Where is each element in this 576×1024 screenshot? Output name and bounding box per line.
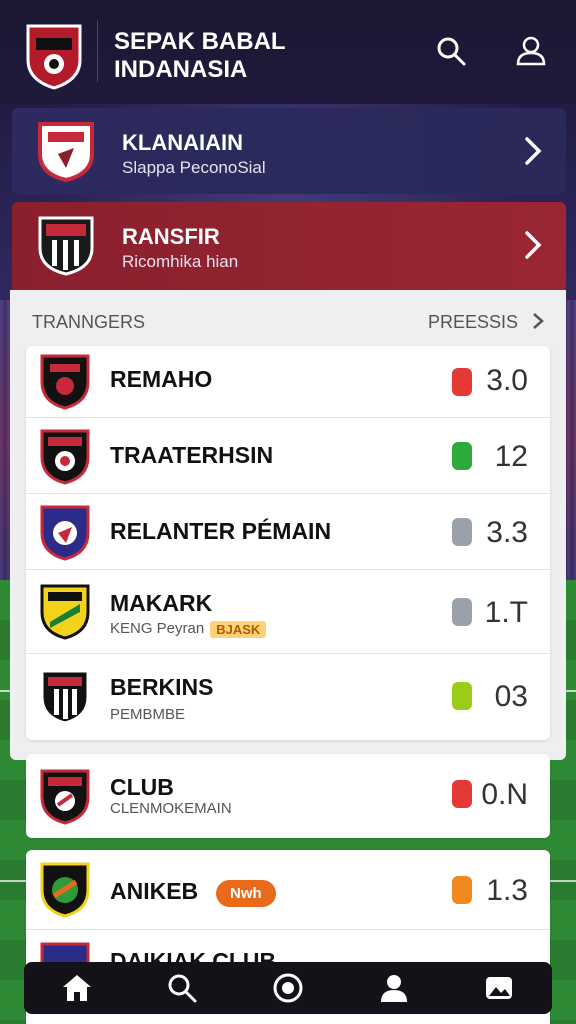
club-name: CLUB [110, 774, 174, 800]
table-row[interactable]: REMAHO 3.0 [26, 346, 550, 418]
stat-icon [452, 682, 472, 710]
app-header: SEPAK BABAL INDANASIA [0, 0, 576, 104]
club-name: TRAATERHSIN [110, 442, 274, 468]
club-score: 12 [494, 440, 528, 473]
club-subtitle: KENG Peyran BJASK [110, 620, 267, 638]
search-icon[interactable] [434, 34, 468, 68]
gallery-icon[interactable] [479, 968, 519, 1008]
search-icon[interactable] [162, 968, 202, 1008]
app-title: SEPAK BABAL INDANASIA [114, 28, 286, 83]
club-badge-icon [34, 214, 98, 276]
club-list-panel: TRANNGERS PREESSIS REMAHO 3.0 TRAATERHSI… [10, 290, 566, 760]
club-subtitle: PEMBMBE [110, 706, 186, 723]
banner-subtitle: Slappa PeconoSial [122, 158, 266, 177]
club-name: MAKARK [110, 590, 213, 616]
banner-title: RANSFIR [122, 224, 220, 249]
club-score: 1.3 [486, 874, 528, 907]
home-icon[interactable] [57, 968, 97, 1008]
club-badge-icon [38, 582, 92, 640]
stat-icon [452, 876, 472, 904]
list-header-left: TRANNGERS [32, 312, 146, 332]
user-icon[interactable] [514, 34, 548, 68]
club-badge-icon [38, 352, 92, 410]
club-badge-icon [38, 860, 92, 918]
banner-transfer[interactable]: RANSFIR Ricomhika hian [12, 202, 566, 292]
chevron-right-icon [522, 136, 544, 166]
header-divider [97, 20, 98, 82]
list-header: TRANNGERS PREESSIS [10, 290, 566, 346]
table-row[interactable]: TRAATERHSIN 12 [26, 418, 550, 494]
banner-title: KLANAIAIN [122, 130, 243, 155]
club-badge-icon [38, 503, 92, 561]
club-badge-icon [34, 120, 98, 183]
club-score: 3.0 [486, 364, 528, 397]
stat-icon [452, 442, 472, 470]
club-name: REMAHO [110, 366, 213, 392]
club-name: RELANTER PÉMAIN [110, 518, 332, 544]
club-tag-badge: BJASK [210, 620, 267, 638]
club-score: 1.T [484, 596, 528, 629]
club-subtitle: CLENMOKEMAIN [110, 800, 232, 817]
club-badge-icon [38, 427, 92, 485]
stat-icon [452, 518, 472, 546]
stat-icon [452, 598, 472, 626]
new-badge: Nwh [216, 880, 276, 907]
chevron-right-icon [522, 230, 544, 260]
bottom-navigation [24, 962, 552, 1014]
table-row[interactable]: RELANTER PÉMAIN 3.3 [26, 494, 550, 570]
chevron-right-icon[interactable] [532, 312, 544, 330]
banner-featured[interactable]: KLANAIAIN Slappa PeconoSial [12, 108, 566, 194]
club-name: ANIKEB [110, 878, 199, 904]
club-badge-icon [38, 667, 92, 725]
table-row[interactable]: BERKINS PEMBMBE 03 [26, 654, 550, 740]
banner-subtitle: Ricomhika hian [122, 252, 239, 271]
stat-icon [452, 780, 472, 808]
club-logo [24, 20, 84, 90]
club-score: 0.N [481, 778, 528, 811]
user-icon[interactable] [374, 968, 414, 1008]
club-card[interactable]: CLUB CLENMOKEMAIN 0.N [26, 754, 550, 838]
stat-icon [452, 368, 472, 396]
club-score: 03 [494, 680, 528, 713]
club-name: BERKINS [110, 674, 214, 700]
club-badge-icon [38, 767, 92, 825]
table-row[interactable]: MAKARK KENG Peyran BJASK 1.T [26, 570, 550, 654]
club-score: 3.3 [486, 516, 528, 549]
club-list-card: REMAHO 3.0 TRAATERHSIN 12 RELANTER PÉMAI… [26, 346, 550, 740]
table-row[interactable]: ANIKEB Nwh 1.3 [26, 850, 550, 930]
list-header-right[interactable]: PREESSIS [428, 312, 518, 333]
record-icon[interactable] [268, 968, 308, 1008]
